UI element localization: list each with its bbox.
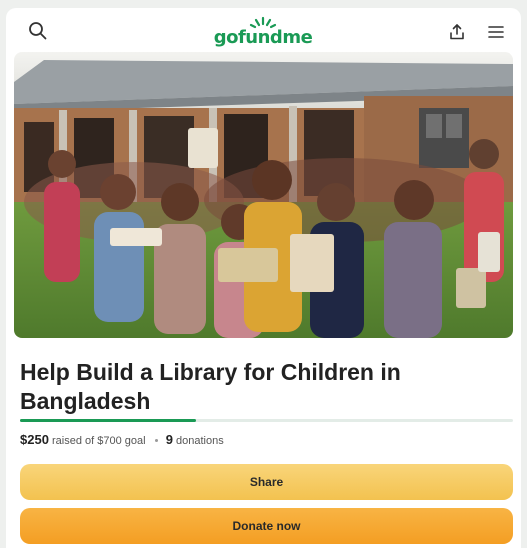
progress-bar <box>20 419 513 422</box>
search-icon <box>29 22 47 40</box>
logo-wordmark: gofundme <box>213 27 313 48</box>
raised-goal-text: raised of $700 goal <box>51 435 146 447</box>
hero-photo <box>14 52 513 338</box>
gofundme-page: gofundme Help Build a Library for Childr… <box>6 8 521 548</box>
gofundme-logo[interactable]: gofundme <box>212 16 314 48</box>
donate-button-label: Donate now <box>232 519 301 533</box>
share-top-button[interactable] <box>443 18 471 46</box>
donations-label: donations <box>175 435 224 447</box>
top-bar: gofundme <box>6 8 521 52</box>
menu-icon <box>488 26 504 38</box>
progress-bar-fill <box>20 419 196 422</box>
raised-amount: $250 <box>20 432 49 447</box>
donate-now-button[interactable]: Donate now <box>20 508 513 544</box>
campaign-title: Help Build a Library for Children in Ban… <box>20 359 401 414</box>
separator-dot <box>154 438 158 442</box>
donation-stats: $250 raised of $700 goal 9 donations <box>20 432 224 447</box>
donations-count: 9 <box>165 432 173 447</box>
share-button[interactable]: Share <box>20 464 513 500</box>
campaign-hero-image[interactable] <box>14 52 513 338</box>
search-button[interactable] <box>24 17 52 45</box>
share-button-label: Share <box>249 475 284 489</box>
menu-button[interactable] <box>482 18 510 46</box>
share-icon <box>450 24 464 40</box>
